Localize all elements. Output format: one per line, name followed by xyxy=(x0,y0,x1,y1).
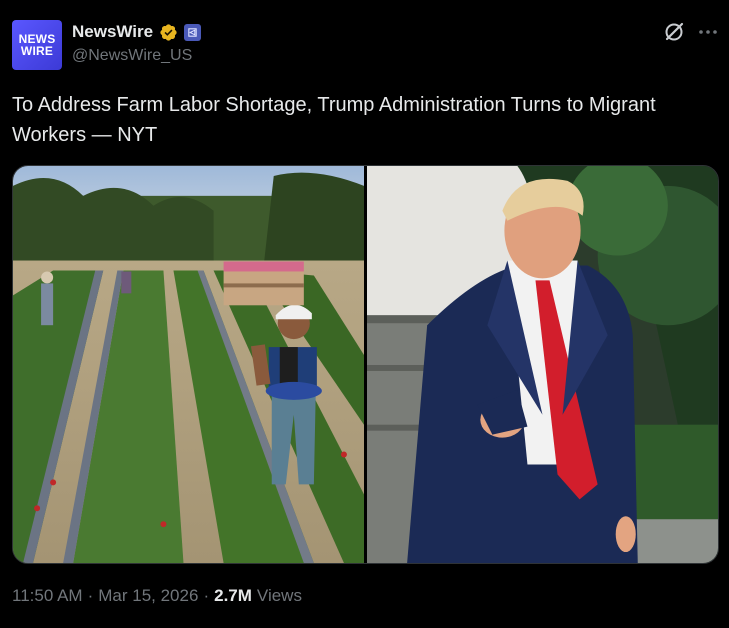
views-count[interactable]: 2.7M xyxy=(214,586,252,606)
tweet-meta: 11:50 AM · Mar 15, 2026 · 2.7M Views xyxy=(12,586,302,606)
tweet-card[interactable]: NEWS WIRE NewsWire @NewsWire_US To Addre… xyxy=(0,0,729,628)
media-grid[interactable] xyxy=(12,165,719,564)
meta-separator: · xyxy=(203,586,210,605)
affiliate-badge-icon[interactable] xyxy=(184,23,202,41)
media-image-farm-workers[interactable] xyxy=(13,166,364,563)
tweet-date[interactable]: Mar 15, 2026 xyxy=(98,586,198,606)
verified-badge-icon[interactable] xyxy=(159,23,178,42)
tweet-time[interactable]: 11:50 AM xyxy=(12,586,83,606)
author-name-row: NewsWire xyxy=(72,21,202,43)
author-handle[interactable]: @NewsWire_US xyxy=(72,47,192,65)
avatar-text-line2: WIRE xyxy=(20,44,54,58)
media-image-man-in-suit[interactable] xyxy=(367,166,718,563)
grok-icon[interactable] xyxy=(662,20,686,44)
views-label: Views xyxy=(256,586,302,605)
avatar[interactable]: NEWS WIRE xyxy=(12,20,62,70)
more-icon[interactable] xyxy=(697,22,719,42)
display-name[interactable]: NewsWire xyxy=(72,22,153,42)
meta-separator: · xyxy=(87,586,94,605)
tweet-text: To Address Farm Labor Shortage, Trump Ad… xyxy=(12,94,656,146)
